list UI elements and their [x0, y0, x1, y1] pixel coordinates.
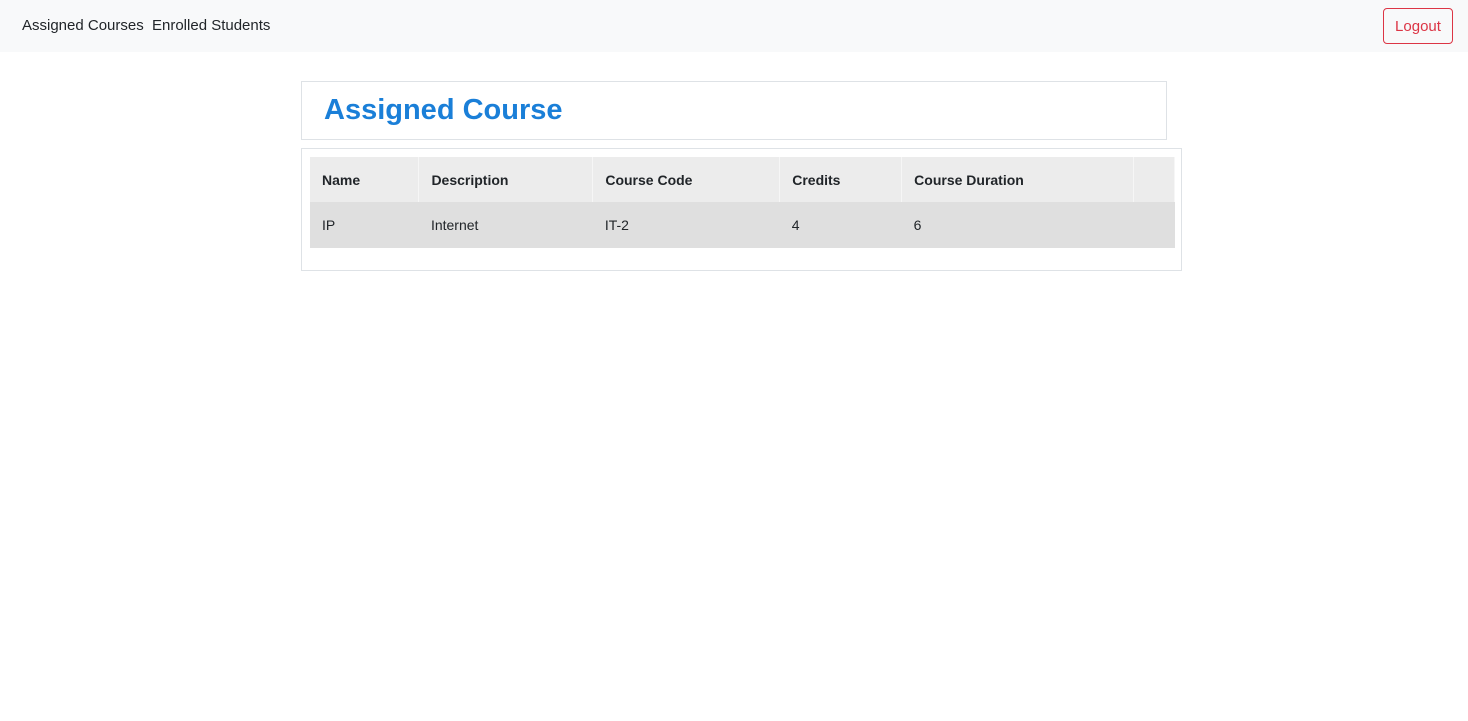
table-header-row: Name Description Course Code Credits Cou…	[310, 157, 1175, 202]
header-name: Name	[310, 157, 420, 202]
cell-description: Internet	[418, 202, 593, 248]
header-course-code: Course Code	[592, 157, 781, 202]
table-row: IP Internet IT-2 4 6	[310, 202, 1175, 248]
top-navbar: Assigned Courses Enrolled Students Logou…	[0, 0, 1468, 52]
nav-assigned-courses[interactable]: Assigned Courses	[22, 17, 144, 35]
course-table-card: Name Description Course Code Credits Cou…	[301, 148, 1182, 271]
cell-course-duration: 6	[901, 202, 1134, 248]
cell-name: IP	[310, 202, 419, 248]
course-table: Name Description Course Code Credits Cou…	[310, 157, 1175, 248]
header-course-duration: Course Duration	[901, 157, 1134, 202]
title-card: Assigned Course	[301, 81, 1167, 140]
header-description: Description	[418, 157, 594, 202]
logout-button[interactable]: Logout	[1383, 8, 1453, 44]
cell-course-code: IT-2	[592, 202, 780, 248]
header-credits: Credits	[779, 157, 903, 202]
nav-enrolled-students[interactable]: Enrolled Students	[152, 17, 270, 35]
cell-actions	[1133, 202, 1175, 248]
header-actions	[1133, 157, 1175, 202]
cell-credits: 4	[779, 202, 902, 248]
page-title: Assigned Course	[324, 94, 563, 126]
